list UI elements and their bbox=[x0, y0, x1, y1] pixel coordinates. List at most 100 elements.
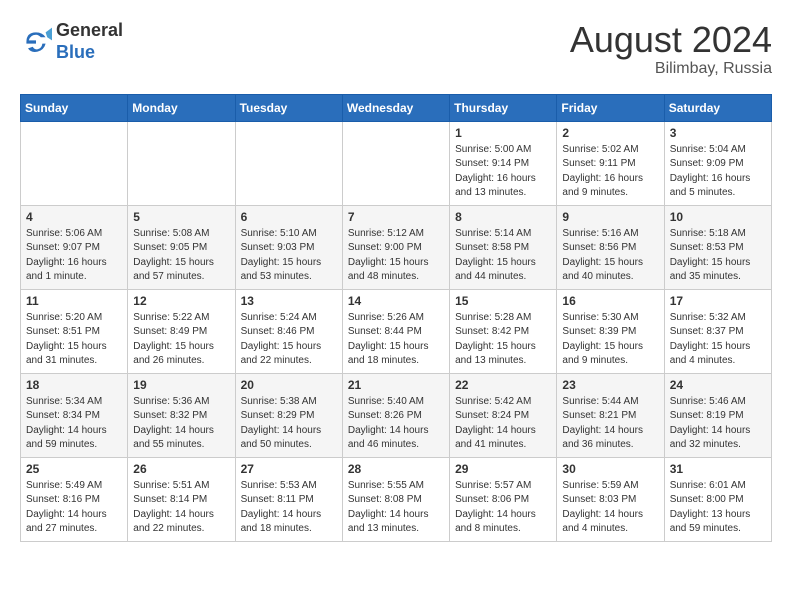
day-number: 21 bbox=[348, 378, 444, 392]
day-info: Sunrise: 5:14 AM Sunset: 8:58 PM Dayligh… bbox=[455, 227, 551, 285]
day-info: Sunrise: 5:57 AM Sunset: 8:06 PM Dayligh… bbox=[455, 479, 551, 537]
calendar-table: SundayMondayTuesdayWednesdayThursdayFrid… bbox=[20, 94, 772, 542]
calendar-day-7: 7Sunrise: 5:12 AM Sunset: 9:00 PM Daylig… bbox=[342, 205, 449, 289]
day-info: Sunrise: 5:53 AM Sunset: 8:11 PM Dayligh… bbox=[241, 479, 337, 537]
day-info: Sunrise: 5:04 AM Sunset: 9:09 PM Dayligh… bbox=[670, 143, 766, 201]
day-number: 30 bbox=[562, 462, 658, 476]
day-info: Sunrise: 5:30 AM Sunset: 8:39 PM Dayligh… bbox=[562, 311, 658, 369]
logo: GeneralBlue bbox=[20, 20, 123, 63]
weekday-header-friday: Friday bbox=[557, 94, 664, 121]
day-number: 18 bbox=[26, 378, 122, 392]
day-number: 29 bbox=[455, 462, 551, 476]
day-number: 20 bbox=[241, 378, 337, 392]
calendar-day-26: 26 Sunrise: 5:51 AM Sunset: 8:14 PM Dayli… bbox=[128, 457, 235, 541]
day-info: Sunrise: 5:51 AM Sunset: 8:14 PM Dayligh… bbox=[133, 479, 229, 537]
calendar-day-15: 15 Sunrise: 5:28 AM Sunset: 8:42 PM Dayli… bbox=[450, 289, 557, 373]
day-info: Sunrise: 5:40 AM Sunset: 8:26 PM Dayligh… bbox=[348, 395, 444, 453]
calendar-day-11: 11 Sunrise: 5:20 AM Sunset: 8:51 PM Dayli… bbox=[21, 289, 128, 373]
day-number: 19 bbox=[133, 378, 229, 392]
calendar-day-29: 29 Sunrise: 5:57 AM Sunset: 8:06 PM Dayli… bbox=[450, 457, 557, 541]
day-info: Sunrise: 5:10 AM Sunset: 9:03 PM Dayligh… bbox=[241, 227, 337, 285]
day-number: 25 bbox=[26, 462, 122, 476]
day-info: Sunrise: 5:24 AM Sunset: 8:46 PM Dayligh… bbox=[241, 311, 337, 369]
calendar-day-22: 22 Sunrise: 5:42 AM Sunset: 8:24 PM Dayli… bbox=[450, 373, 557, 457]
calendar-day-31: 31 Sunrise: 6:01 AM Sunset: 8:00 PM Dayli… bbox=[664, 457, 771, 541]
day-info: Sunrise: 5:34 AM Sunset: 8:34 PM Dayligh… bbox=[26, 395, 122, 453]
day-number: 10 bbox=[670, 210, 766, 224]
calendar-week-2: 4 Sunrise: 5:06 AM Sunset: 9:07 PM Daylig… bbox=[21, 205, 772, 289]
calendar-day-10: 10 Sunrise: 5:18 AM Sunset: 8:53 PM Dayli… bbox=[664, 205, 771, 289]
calendar-week-5: 25 Sunrise: 5:49 AM Sunset: 8:16 PM Dayli… bbox=[21, 457, 772, 541]
calendar-day-2: 2 Sunrise: 5:02 AM Sunset: 9:11 PM Daylig… bbox=[557, 121, 664, 205]
day-number: 9 bbox=[562, 210, 658, 224]
day-number: 23 bbox=[562, 378, 658, 392]
day-info: Sunrise: 5:18 AM Sunset: 8:53 PM Dayligh… bbox=[670, 227, 766, 285]
day-number: 22 bbox=[455, 378, 551, 392]
title-block: August 2024 Bilimbay, Russia bbox=[570, 20, 772, 78]
day-info: Sunrise: 5:46 AM Sunset: 8:19 PM Dayligh… bbox=[670, 395, 766, 453]
day-number: 26 bbox=[133, 462, 229, 476]
calendar-day-30: 30 Sunrise: 5:59 AM Sunset: 8:03 PM Dayli… bbox=[557, 457, 664, 541]
day-info: Sunrise: 5:00 AM Sunset: 9:14 PM Dayligh… bbox=[455, 143, 551, 201]
day-number: 24 bbox=[670, 378, 766, 392]
day-number: 1 bbox=[455, 126, 551, 140]
calendar-day-empty bbox=[21, 121, 128, 205]
calendar-day-16: 16 Sunrise: 5:30 AM Sunset: 8:39 PM Dayli… bbox=[557, 289, 664, 373]
day-info: Sunrise: 5:26 AM Sunset: 8:44 PM Dayligh… bbox=[348, 311, 444, 369]
day-info: Sunrise: 5:02 AM Sunset: 9:11 PM Dayligh… bbox=[562, 143, 658, 201]
calendar-day-1: 1 Sunrise: 5:00 AM Sunset: 9:14 PM Daylig… bbox=[450, 121, 557, 205]
day-number: 4 bbox=[26, 210, 122, 224]
day-info: Sunrise: 5:36 AM Sunset: 8:32 PM Dayligh… bbox=[133, 395, 229, 453]
day-number: 28 bbox=[348, 462, 444, 476]
calendar-day-28: 28 Sunrise: 5:55 AM Sunset: 8:08 PM Dayli… bbox=[342, 457, 449, 541]
calendar-day-23: 23 Sunrise: 5:44 AM Sunset: 8:21 PM Dayli… bbox=[557, 373, 664, 457]
page-title: August 2024 bbox=[570, 20, 772, 60]
day-number: 15 bbox=[455, 294, 551, 308]
calendar-day-19: 19 Sunrise: 5:36 AM Sunset: 8:32 PM Dayli… bbox=[128, 373, 235, 457]
day-info: Sunrise: 5:08 AM Sunset: 9:05 PM Dayligh… bbox=[133, 227, 229, 285]
day-info: Sunrise: 5:44 AM Sunset: 8:21 PM Dayligh… bbox=[562, 395, 658, 453]
calendar-day-12: 12Sunrise: 5:22 AM Sunset: 8:49 PM Dayli… bbox=[128, 289, 235, 373]
day-info: Sunrise: 5:12 AM Sunset: 9:00 PM Dayligh… bbox=[348, 227, 444, 285]
day-info: Sunrise: 5:59 AM Sunset: 8:03 PM Dayligh… bbox=[562, 479, 658, 537]
calendar-day-14: 14Sunrise: 5:26 AM Sunset: 8:44 PM Dayli… bbox=[342, 289, 449, 373]
day-number: 13 bbox=[241, 294, 337, 308]
day-info: Sunrise: 5:06 AM Sunset: 9:07 PM Dayligh… bbox=[26, 227, 122, 285]
calendar-day-empty bbox=[235, 121, 342, 205]
calendar-header-row: SundayMondayTuesdayWednesdayThursdayFrid… bbox=[21, 94, 772, 121]
weekday-header-monday: Monday bbox=[128, 94, 235, 121]
day-number: 31 bbox=[670, 462, 766, 476]
calendar-day-25: 25 Sunrise: 5:49 AM Sunset: 8:16 PM Dayli… bbox=[21, 457, 128, 541]
calendar-day-5: 5Sunrise: 5:08 AM Sunset: 9:05 PM Daylig… bbox=[128, 205, 235, 289]
calendar-day-6: 6Sunrise: 5:10 AM Sunset: 9:03 PM Daylig… bbox=[235, 205, 342, 289]
day-number: 16 bbox=[562, 294, 658, 308]
day-info: Sunrise: 5:28 AM Sunset: 8:42 PM Dayligh… bbox=[455, 311, 551, 369]
calendar-day-empty bbox=[128, 121, 235, 205]
day-number: 8 bbox=[455, 210, 551, 224]
calendar-day-4: 4 Sunrise: 5:06 AM Sunset: 9:07 PM Daylig… bbox=[21, 205, 128, 289]
weekday-header-wednesday: Wednesday bbox=[342, 94, 449, 121]
day-info: Sunrise: 5:32 AM Sunset: 8:37 PM Dayligh… bbox=[670, 311, 766, 369]
calendar-day-9: 9Sunrise: 5:16 AM Sunset: 8:56 PM Daylig… bbox=[557, 205, 664, 289]
weekday-header-sunday: Sunday bbox=[21, 94, 128, 121]
page-subtitle: Bilimbay, Russia bbox=[570, 60, 772, 78]
weekday-header-saturday: Saturday bbox=[664, 94, 771, 121]
weekday-header-tuesday: Tuesday bbox=[235, 94, 342, 121]
calendar-day-empty bbox=[342, 121, 449, 205]
calendar-day-3: 3Sunrise: 5:04 AM Sunset: 9:09 PM Daylig… bbox=[664, 121, 771, 205]
calendar-day-27: 27Sunrise: 5:53 AM Sunset: 8:11 PM Dayli… bbox=[235, 457, 342, 541]
calendar-week-4: 18 Sunrise: 5:34 AM Sunset: 8:34 PM Dayli… bbox=[21, 373, 772, 457]
day-number: 12 bbox=[133, 294, 229, 308]
day-number: 2 bbox=[562, 126, 658, 140]
day-info: Sunrise: 6:01 AM Sunset: 8:00 PM Dayligh… bbox=[670, 479, 766, 537]
calendar-day-24: 24 Sunrise: 5:46 AM Sunset: 8:19 PM Dayli… bbox=[664, 373, 771, 457]
day-info: Sunrise: 5:55 AM Sunset: 8:08 PM Dayligh… bbox=[348, 479, 444, 537]
day-info: Sunrise: 5:49 AM Sunset: 8:16 PM Dayligh… bbox=[26, 479, 122, 537]
calendar-week-1: 1 Sunrise: 5:00 AM Sunset: 9:14 PM Daylig… bbox=[21, 121, 772, 205]
day-number: 11 bbox=[26, 294, 122, 308]
weekday-header-thursday: Thursday bbox=[450, 94, 557, 121]
day-info: Sunrise: 5:38 AM Sunset: 8:29 PM Dayligh… bbox=[241, 395, 337, 453]
calendar-day-21: 21 Sunrise: 5:40 AM Sunset: 8:26 PM Dayli… bbox=[342, 373, 449, 457]
day-info: Sunrise: 5:20 AM Sunset: 8:51 PM Dayligh… bbox=[26, 311, 122, 369]
day-info: Sunrise: 5:42 AM Sunset: 8:24 PM Dayligh… bbox=[455, 395, 551, 453]
